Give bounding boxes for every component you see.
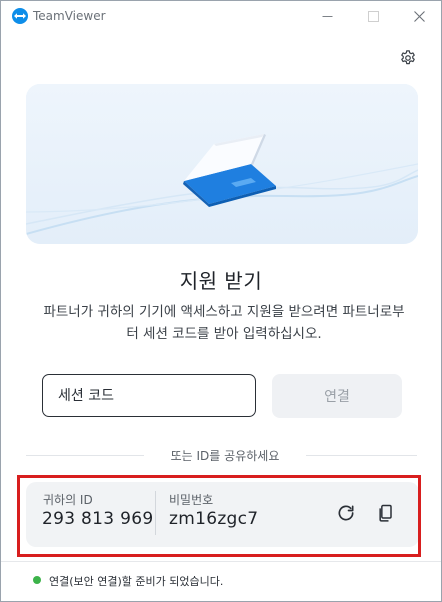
page-title: 지원 받기 <box>179 269 263 293</box>
session-code-input[interactable] <box>42 374 256 417</box>
teamviewer-logo-icon <box>12 8 28 24</box>
close-button[interactable] <box>397 1 441 31</box>
instructions-text: 파트너가 귀하의 기기에 액세스하고 지원을 받으려면 파트너로부터 세션 코드… <box>43 304 405 342</box>
divider-left <box>26 455 144 456</box>
gear-icon[interactable] <box>397 47 419 69</box>
share-id-divider-text: 또는 ID를 공유하세요 <box>170 449 280 463</box>
refresh-icon[interactable] <box>334 501 358 525</box>
window-title: TeamViewer <box>33 9 106 23</box>
id-separator <box>155 491 156 535</box>
password-value: zm16zgc7 <box>169 509 259 529</box>
connect-button[interactable]: 연결 <box>272 374 402 418</box>
copy-icon[interactable] <box>374 501 398 525</box>
maximize-button[interactable] <box>351 1 395 31</box>
status-divider <box>1 561 441 562</box>
status-text: 연결(보안 연결)할 준비가 되었습니다. <box>49 575 224 588</box>
title-bar[interactable]: TeamViewer <box>1 1 441 31</box>
password-label: 비밀번호 <box>169 493 214 507</box>
divider-right <box>306 455 417 456</box>
id-value: 293 813 969 <box>42 509 154 529</box>
hero-illustration <box>26 84 418 244</box>
teamviewer-window: TeamViewer 지원 받기 파트너가 귀하의 기기에 액세스하고 지원을 … <box>0 0 442 602</box>
id-label: 귀하의 ID <box>43 493 93 507</box>
status-dot-icon <box>33 576 41 584</box>
minimize-button[interactable] <box>305 1 349 31</box>
